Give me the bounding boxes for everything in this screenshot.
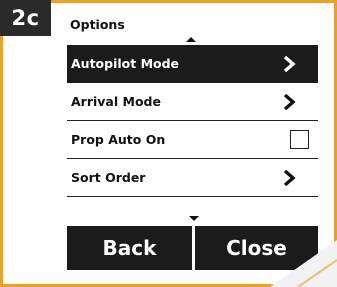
back-button[interactable]: Back [67, 226, 192, 270]
scroll-down-indicator-icon[interactable] [189, 216, 199, 221]
menu-item-label: Prop Auto On [71, 132, 166, 147]
menu-item-label: Arrival Mode [71, 94, 161, 109]
menu-item-sort-order[interactable]: Sort Order [67, 159, 318, 197]
prop-auto-on-checkbox[interactable] [290, 130, 309, 149]
chevron-right-icon [283, 169, 296, 187]
menu-item-arrival-mode[interactable]: Arrival Mode [67, 83, 318, 121]
scroll-up-indicator-icon[interactable] [186, 37, 196, 42]
device-screen: Options Autopilot Mode Arrival Mode Prop… [67, 14, 318, 276]
options-menu: Autopilot Mode Arrival Mode Prop Auto On… [67, 45, 318, 197]
menu-item-autopilot-mode[interactable]: Autopilot Mode [67, 45, 318, 83]
menu-item-prop-auto-on[interactable]: Prop Auto On [67, 121, 318, 159]
step-tag: 2c [0, 0, 51, 36]
menu-item-label: Sort Order [71, 170, 146, 185]
chevron-right-icon [283, 93, 296, 111]
chevron-right-icon [283, 55, 296, 73]
screen-title: Options [70, 17, 125, 32]
corner-decoration-icon [270, 240, 337, 287]
menu-item-label: Autopilot Mode [71, 56, 180, 71]
